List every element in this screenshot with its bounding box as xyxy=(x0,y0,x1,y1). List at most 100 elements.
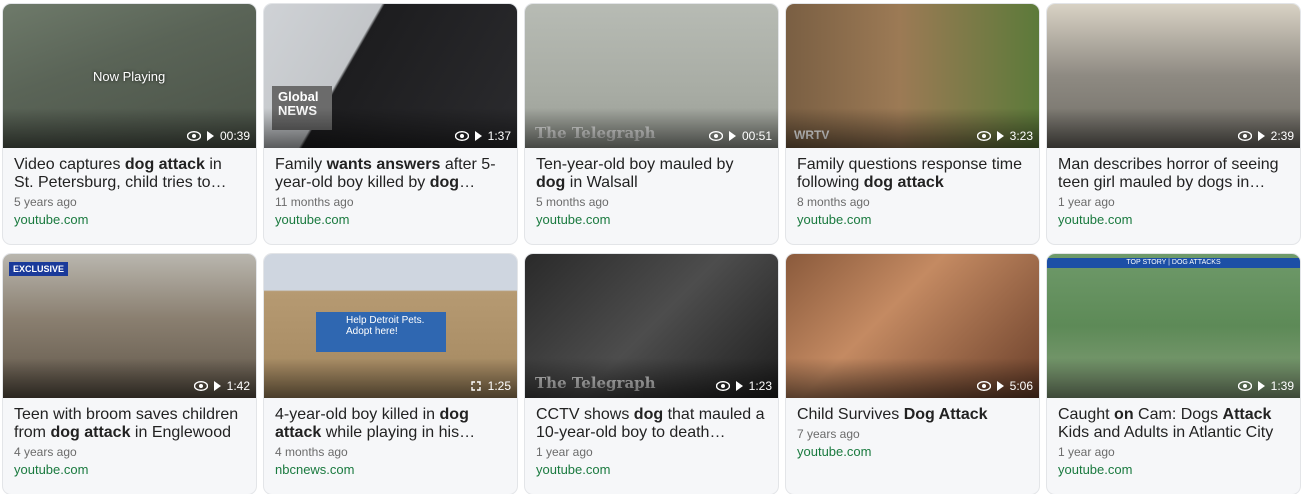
eye-icon[interactable] xyxy=(1237,131,1252,141)
video-thumbnail[interactable]: 2:39 xyxy=(1047,4,1300,148)
video-thumbnail[interactable]: The Telegraph00:51 xyxy=(525,4,778,148)
title-segment: dog xyxy=(536,174,566,191)
video-card[interactable]: WRTV3:23 Family questions response time f… xyxy=(786,4,1039,244)
video-title[interactable]: Video captures dog attack in St. Petersb… xyxy=(14,156,245,192)
video-results-grid: Now Playing 00:39 Video captures dog attac… xyxy=(3,4,1300,494)
video-thumbnail[interactable]: EXCLUSIVE 1:42 xyxy=(3,254,256,398)
thumbnail-meta: 3:23 xyxy=(976,129,1033,143)
title-segment: Family xyxy=(275,156,327,173)
eye-icon[interactable] xyxy=(708,131,723,141)
thumbnail-meta: 00:51 xyxy=(708,129,772,143)
eye-icon[interactable] xyxy=(976,131,991,141)
video-info: Teen with broom saves children from dog … xyxy=(3,398,256,478)
video-title[interactable]: Ten-year-old boy mauled by dog in Walsal… xyxy=(536,156,767,192)
video-title[interactable]: Child Survives Dog Attack xyxy=(797,406,1028,424)
video-card[interactable]: The Telegraph00:51 Ten-year-old boy maule… xyxy=(525,4,778,244)
video-source[interactable]: youtube.com xyxy=(1058,462,1289,478)
eye-icon[interactable] xyxy=(186,131,201,141)
video-card[interactable]: 5:06 Child Survives Dog Attack 7 years ago… xyxy=(786,254,1039,494)
play-icon[interactable] xyxy=(206,131,214,141)
video-info: Ten-year-old boy mauled by dog in Walsal… xyxy=(525,148,778,228)
video-source[interactable]: youtube.com xyxy=(797,212,1028,228)
video-age: 1 year ago xyxy=(1058,195,1115,209)
play-icon[interactable] xyxy=(735,381,743,391)
video-source[interactable]: youtube.com xyxy=(14,212,245,228)
video-title[interactable]: 4-year-old boy killed in dog attack whil… xyxy=(275,406,506,442)
video-card[interactable]: Global NEWS1:37 Family wants answers afte… xyxy=(264,4,517,244)
title-segment: Man describes horror of seeing teen girl… xyxy=(1058,156,1279,191)
video-thumbnail[interactable]: 5:06 xyxy=(786,254,1039,398)
video-duration: 2:39 xyxy=(1270,129,1294,143)
video-card[interactable]: 2:39 Man describes horror of seeing teen … xyxy=(1047,4,1300,244)
video-info: Man describes horror of seeing teen girl… xyxy=(1047,148,1300,228)
video-source[interactable]: youtube.com xyxy=(14,462,245,478)
title-segment: Attack xyxy=(1222,406,1272,423)
video-source[interactable]: youtube.com xyxy=(797,444,1028,460)
play-icon[interactable] xyxy=(1257,381,1265,391)
title-segment: Kids and Adults in Atlantic City xyxy=(1058,424,1274,441)
play-icon[interactable] xyxy=(1257,131,1265,141)
title-segment: Video captures xyxy=(14,156,125,173)
top-story-strip: TOP STORY | DOG ATTACKS xyxy=(1047,258,1300,268)
video-card[interactable]: The Telegraph1:23 CCTV shows dog that mau… xyxy=(525,254,778,494)
video-card[interactable]: Now Playing 00:39 Video captures dog attac… xyxy=(3,4,256,244)
play-icon[interactable] xyxy=(996,131,1004,141)
expand-icon[interactable] xyxy=(470,380,482,392)
play-icon[interactable] xyxy=(996,381,1004,391)
video-age: 4 months ago xyxy=(275,445,348,459)
video-age: 8 months ago xyxy=(797,195,870,209)
video-source[interactable]: youtube.com xyxy=(275,212,506,228)
video-age: 1 year ago xyxy=(536,445,593,459)
video-duration: 3:23 xyxy=(1009,129,1033,143)
video-title[interactable]: Teen with broom saves children from dog … xyxy=(14,406,245,442)
now-playing-label: Now Playing xyxy=(93,69,166,84)
video-duration: 1:37 xyxy=(487,129,511,143)
video-title[interactable]: Caught on Cam: Dogs Attack Kids and Adul… xyxy=(1058,406,1289,442)
title-segment: Cam: Dogs xyxy=(1133,406,1223,423)
video-card[interactable]: Help Detroit Pets. Adopt here! 1:25 4-year… xyxy=(264,254,517,494)
title-segment: dog xyxy=(633,406,664,423)
eye-icon[interactable] xyxy=(715,381,730,391)
title-segment: in Englewood xyxy=(130,424,231,441)
title-segment: dog attack xyxy=(863,174,944,191)
title-segment: on xyxy=(1114,406,1134,423)
video-title[interactable]: Family wants answers after 5-year-old bo… xyxy=(275,156,506,192)
video-age: 5 months ago xyxy=(536,195,609,209)
video-title[interactable]: Man describes horror of seeing teen girl… xyxy=(1058,156,1289,192)
video-title[interactable]: Family questions response time following… xyxy=(797,156,1028,192)
video-duration: 1:25 xyxy=(487,379,511,393)
video-card[interactable]: EXCLUSIVE 1:42 Teen with broom saves child… xyxy=(3,254,256,494)
play-icon[interactable] xyxy=(728,131,736,141)
eye-icon[interactable] xyxy=(976,381,991,391)
eye-icon[interactable] xyxy=(454,131,469,141)
thumbnail-meta: 1:37 xyxy=(454,129,511,143)
video-thumbnail[interactable]: Global NEWS1:37 xyxy=(264,4,517,148)
video-info: Family questions response time following… xyxy=(786,148,1039,228)
video-source[interactable]: youtube.com xyxy=(536,462,767,478)
video-card[interactable]: TOP STORY | DOG ATTACKS 1:39 Caught on Cam… xyxy=(1047,254,1300,494)
title-segment: Ten-year-old boy mauled by xyxy=(536,156,734,173)
video-thumbnail[interactable]: TOP STORY | DOG ATTACKS 1:39 xyxy=(1047,254,1300,398)
video-thumbnail[interactable]: WRTV3:23 xyxy=(786,4,1039,148)
title-segment: dog attack xyxy=(124,156,205,173)
video-thumbnail[interactable]: The Telegraph1:23 xyxy=(525,254,778,398)
adopt-banner: Help Detroit Pets. Adopt here! xyxy=(316,312,446,352)
thumbnail-meta: 5:06 xyxy=(976,379,1033,393)
play-icon[interactable] xyxy=(474,131,482,141)
title-segment: Dog Attack xyxy=(903,406,988,423)
video-info: Family wants answers after 5-year-old bo… xyxy=(264,148,517,228)
video-thumbnail[interactable]: Help Detroit Pets. Adopt here! 1:25 xyxy=(264,254,517,398)
thumbnail-meta: 1:23 xyxy=(715,379,772,393)
title-segment: Caught xyxy=(1058,406,1115,423)
thumbnail-meta: 1:42 xyxy=(193,379,250,393)
video-title[interactable]: CCTV shows dog that mauled a 10-year-old… xyxy=(536,406,767,442)
title-segment: Child Survives xyxy=(797,406,904,423)
video-source[interactable]: youtube.com xyxy=(1058,212,1289,228)
video-thumbnail[interactable]: Now Playing 00:39 xyxy=(3,4,256,148)
play-icon[interactable] xyxy=(213,381,221,391)
eye-icon[interactable] xyxy=(193,381,208,391)
eye-icon[interactable] xyxy=(1237,381,1252,391)
video-age: 5 years ago xyxy=(14,195,77,209)
video-source[interactable]: youtube.com xyxy=(536,212,767,228)
video-source[interactable]: nbcnews.com xyxy=(275,462,506,478)
